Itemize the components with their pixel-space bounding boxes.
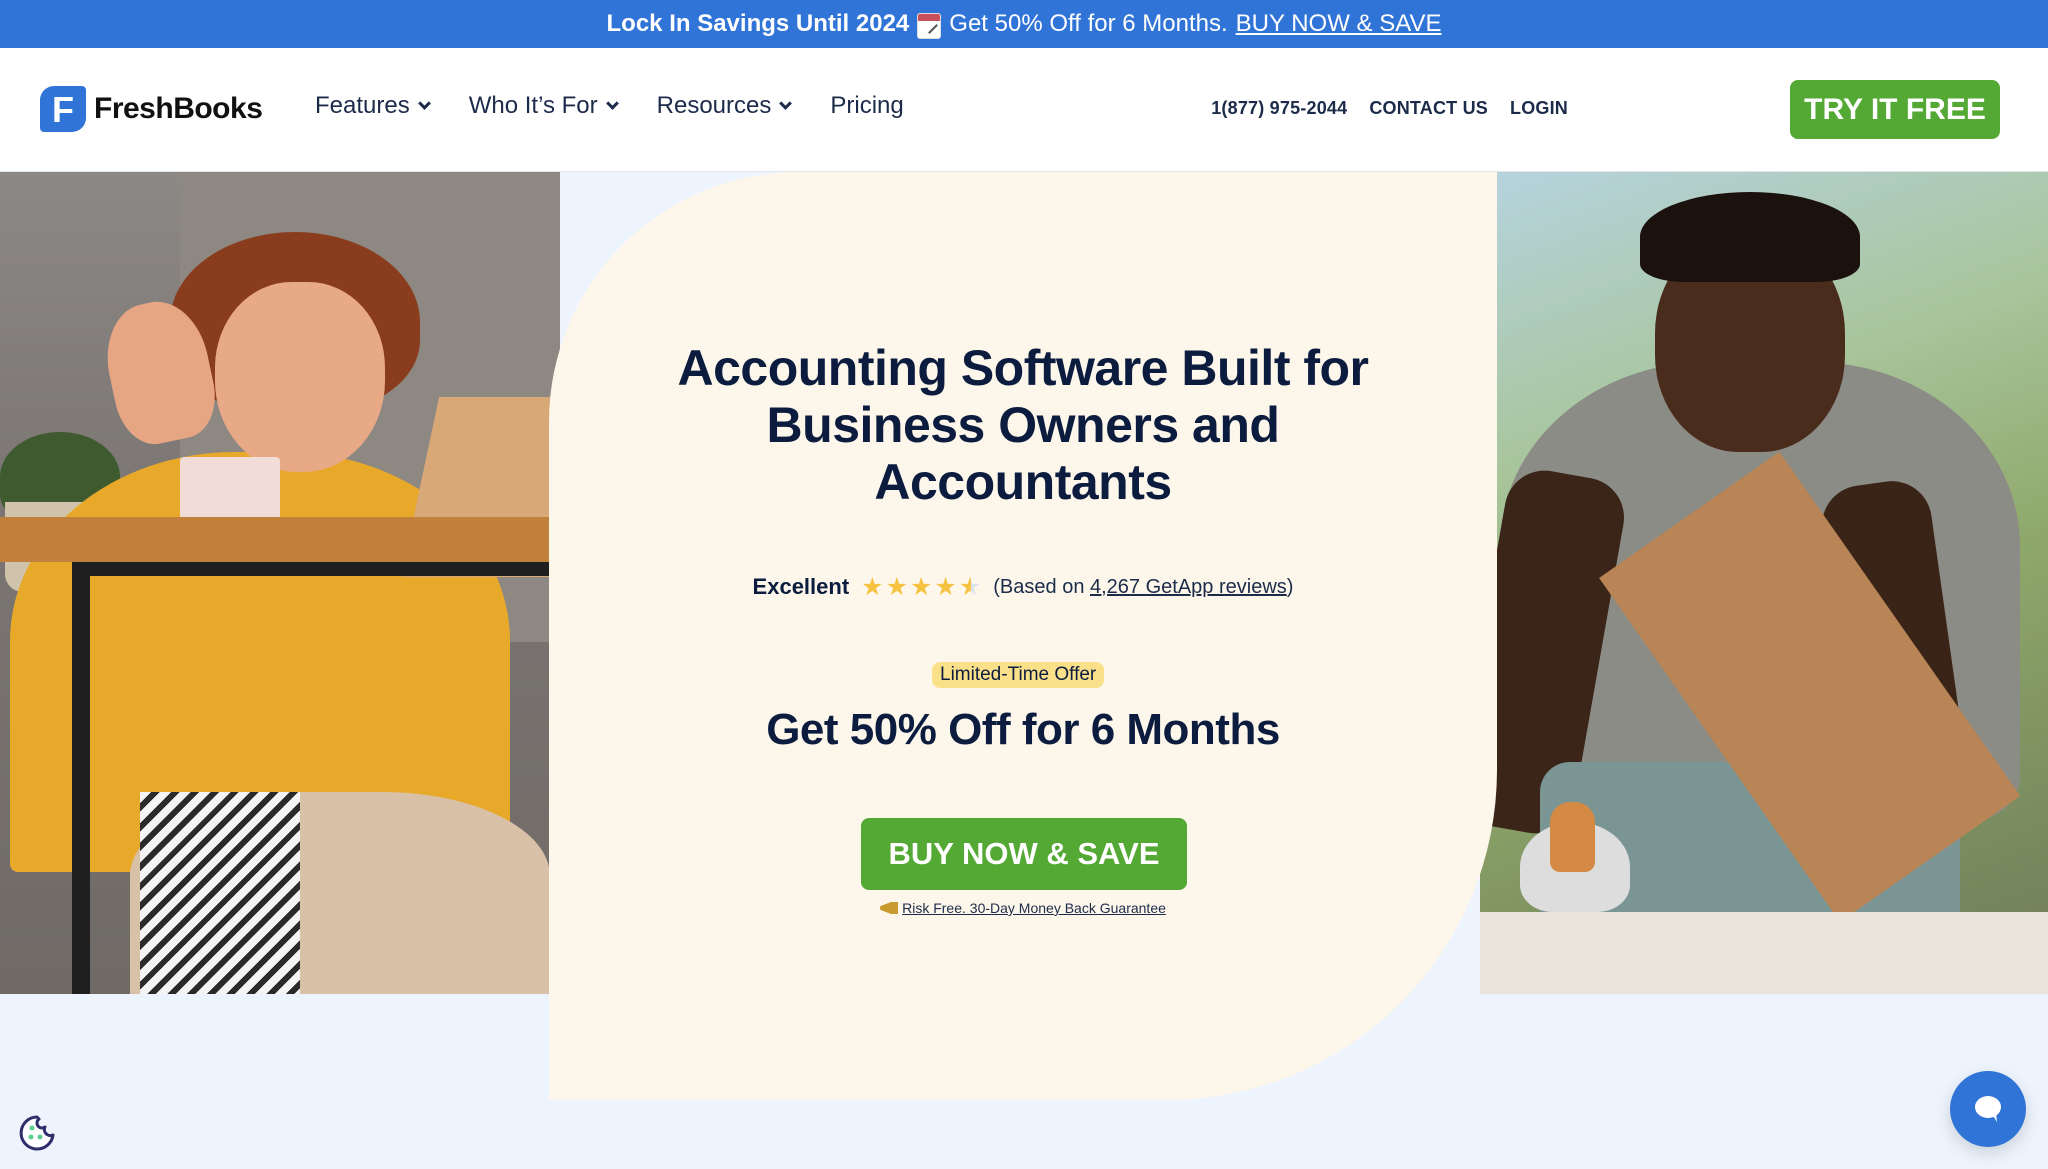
- limited-time-badge: Limited-Time Offer: [932, 662, 1105, 688]
- megaphone-icon: [880, 902, 899, 914]
- photo-table: [0, 517, 560, 562]
- photo-hair: [1640, 192, 1860, 282]
- phone-link[interactable]: 1(877) 975-2044: [1211, 98, 1347, 119]
- promo-text: Get 50% Off for 6 Months.: [949, 10, 1228, 37]
- guarantee-link[interactable]: Risk Free. 30-Day Money Back Guarantee: [902, 900, 1166, 916]
- headline-line: Business Owners and: [766, 397, 1280, 453]
- logo-text: FreshBooks: [94, 92, 263, 125]
- review-suffix: ): [1286, 575, 1294, 598]
- offer-heading: Get 50% Off for 6 Months: [766, 705, 1280, 754]
- guarantee-row: Risk Free. 30-Day Money Back Guarantee: [549, 900, 1497, 916]
- chevron-down-icon: [779, 96, 793, 110]
- try-it-free-button[interactable]: TRY IT FREE: [1790, 80, 2000, 139]
- cookie-settings-button[interactable]: [17, 1113, 57, 1153]
- photo-table-rail: [72, 562, 560, 576]
- promo-banner: Lock In Savings Until 2024 Get 50% Off f…: [0, 0, 2048, 48]
- site-header: F FreshBooks Features Who It’s For Resou…: [0, 48, 2048, 172]
- buy-now-button[interactable]: BUY NOW & SAVE: [861, 818, 1187, 890]
- promo-bold-text: Lock In Savings Until 2024: [606, 10, 910, 37]
- photo-wood-plank: [1480, 912, 2048, 994]
- hero-photo-left: [0, 172, 560, 994]
- star-icon: ★: [885, 572, 908, 601]
- nav-label: Features: [315, 92, 410, 119]
- star-icon: ★: [934, 572, 957, 601]
- getapp-reviews-link[interactable]: 4,267 GetApp reviews: [1090, 576, 1287, 598]
- photo-pattern-cloth: [140, 792, 300, 994]
- chevron-down-icon: [605, 96, 619, 110]
- utility-nav: 1(877) 975-2044 CONTACT US LOGIN: [1211, 98, 1568, 119]
- cookie-icon: [19, 1115, 55, 1151]
- photo-tool-handle: [1550, 802, 1595, 872]
- nav-label: Pricing: [830, 92, 904, 119]
- star-icon: ★: [861, 572, 884, 601]
- main-nav: Features Who It’s For Resources Pricing: [315, 92, 904, 120]
- contact-us-link[interactable]: CONTACT US: [1369, 98, 1488, 119]
- chat-launcher-button[interactable]: [1950, 1071, 2026, 1147]
- calendar-icon: [917, 13, 942, 39]
- rating-row: Excellent ★ ★ ★ ★ ★ (Based on 4,267 GetA…: [549, 574, 1497, 600]
- chevron-down-icon: [417, 96, 431, 110]
- photo-face: [215, 282, 385, 472]
- nav-pricing[interactable]: Pricing: [830, 92, 903, 120]
- login-link[interactable]: LOGIN: [1510, 98, 1568, 119]
- logo-letter: F: [52, 89, 74, 130]
- promo-buy-link[interactable]: BUY NOW & SAVE: [1236, 10, 1442, 38]
- hero-card: [549, 172, 1497, 1100]
- nav-resources[interactable]: Resources: [656, 92, 793, 120]
- photo-table-leg: [72, 562, 90, 994]
- half-star-icon: ★: [958, 572, 982, 601]
- freshbooks-logo[interactable]: F FreshBooks: [40, 86, 263, 132]
- star-rating: ★ ★ ★ ★ ★: [861, 572, 982, 601]
- nav-features[interactable]: Features: [315, 92, 431, 120]
- rating-label: Excellent: [752, 574, 850, 599]
- nav-label: Who It’s For: [468, 92, 598, 119]
- headline-line: Accountants: [874, 454, 1172, 510]
- nav-who-its-for[interactable]: Who It’s For: [468, 92, 619, 120]
- hero-headline: Accounting Software Built for Business O…: [549, 340, 1497, 511]
- review-prefix: (Based on: [993, 575, 1090, 598]
- star-icon: ★: [910, 572, 933, 601]
- chat-bubble-icon: [1975, 1096, 2001, 1122]
- logo-mark-icon: F: [40, 86, 86, 132]
- nav-label: Resources: [656, 92, 772, 119]
- hero-photo-right: [1480, 172, 2048, 994]
- review-text: (Based on 4,267 GetApp reviews): [993, 576, 1293, 599]
- headline-line: Accounting Software Built for: [677, 340, 1369, 396]
